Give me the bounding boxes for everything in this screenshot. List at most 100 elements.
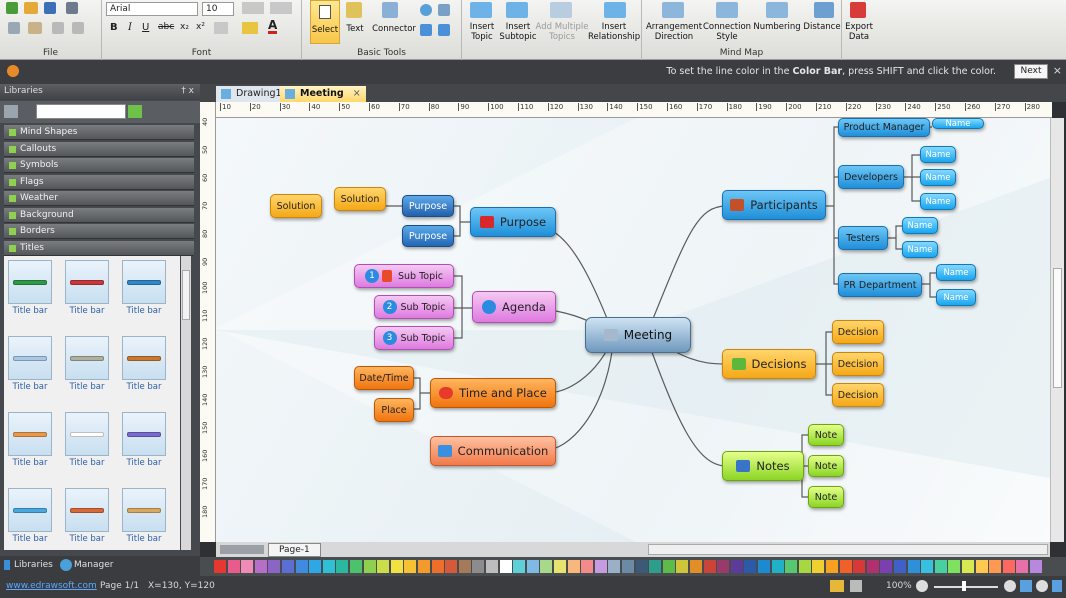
title-bar-shape[interactable]: [122, 412, 166, 456]
title-bar-shape[interactable]: [122, 336, 166, 380]
title-bar-shape[interactable]: [8, 336, 52, 380]
library-category-background[interactable]: Background: [4, 207, 194, 223]
title-bar-shape[interactable]: [65, 260, 109, 304]
subtopic-product-manager-name[interactable]: Name: [932, 118, 984, 129]
developer-name-3[interactable]: Name: [920, 193, 956, 210]
subtopic-decision-2[interactable]: Decision: [832, 352, 884, 376]
palette-swatch[interactable]: [227, 560, 240, 573]
page-nav-arrows[interactable]: [220, 545, 264, 554]
subtopic-place[interactable]: Place: [374, 398, 414, 422]
subtopic-solution-1[interactable]: Solution: [270, 194, 322, 218]
palette-swatch[interactable]: [826, 560, 838, 573]
palette-swatch[interactable]: [853, 560, 866, 573]
palette-swatch[interactable]: [989, 560, 1002, 573]
zoom-out-icon[interactable]: [916, 580, 928, 592]
palette-swatch[interactable]: [268, 560, 281, 573]
subtopic-agenda-2[interactable]: 2 Sub Topic: [374, 295, 454, 319]
topic-decisions[interactable]: Decisions: [722, 349, 816, 379]
palette-swatch[interactable]: [309, 560, 322, 573]
tester-name-2[interactable]: Name: [902, 241, 938, 258]
arrangement-direction-button[interactable]: Arrangement Direction: [644, 22, 704, 42]
palette-swatch[interactable]: [554, 560, 566, 573]
subtopic-developers[interactable]: Developers: [838, 165, 904, 189]
library-category-borders[interactable]: Borders: [4, 224, 194, 239]
developer-name-2[interactable]: Name: [920, 169, 956, 186]
palette-swatch[interactable]: [445, 560, 458, 573]
website-link[interactable]: www.edrawsoft.com: [6, 581, 97, 591]
subtopic-purpose-2[interactable]: Purpose: [402, 225, 454, 247]
palette-swatch[interactable]: [730, 560, 743, 573]
palette-swatch[interactable]: [1016, 560, 1029, 573]
palette-swatch[interactable]: [282, 560, 294, 573]
library-category-titles[interactable]: Titles: [4, 240, 194, 256]
palette-swatch[interactable]: [798, 560, 811, 573]
subtopic-agenda-3[interactable]: 3 Sub Topic: [374, 326, 454, 350]
palette-swatch[interactable]: [907, 560, 920, 573]
palette-swatch[interactable]: [513, 560, 526, 573]
palette-swatch[interactable]: [418, 560, 430, 573]
library-category-weather[interactable]: Weather: [4, 191, 194, 206]
pin-close-controls[interactable]: † x: [181, 86, 194, 96]
settings-icon[interactable]: [1052, 580, 1062, 592]
developer-name-1[interactable]: Name: [920, 146, 956, 163]
ellipse-icon[interactable]: [420, 4, 432, 16]
palette-swatch[interactable]: [676, 560, 689, 573]
subtopic-testers[interactable]: Testers: [838, 226, 888, 250]
font-size-select[interactable]: 10: [202, 2, 234, 16]
tester-name-1[interactable]: Name: [902, 217, 938, 234]
subtopic-solution-2[interactable]: Solution: [334, 187, 386, 211]
rectangle-icon[interactable]: [420, 24, 432, 36]
title-bar-shape[interactable]: [8, 488, 52, 532]
palette-swatch[interactable]: [472, 560, 485, 573]
redo-icon[interactable]: [72, 22, 84, 34]
superscript-icon[interactable]: x²: [196, 22, 205, 32]
palette-swatch[interactable]: [540, 560, 553, 573]
topic-notes[interactable]: Notes: [722, 451, 804, 481]
align-icon[interactable]: [242, 2, 264, 14]
palette-swatch[interactable]: [839, 560, 852, 573]
add-multiple-topics-button[interactable]: Add Multiple Topics: [534, 22, 590, 42]
palette-swatch[interactable]: [785, 560, 798, 573]
zoom-slider[interactable]: [934, 586, 998, 588]
title-bar-shape[interactable]: [8, 260, 52, 304]
palette-swatch[interactable]: [649, 560, 662, 573]
save-icon[interactable]: [44, 2, 56, 14]
title-bar-shape[interactable]: [65, 336, 109, 380]
page-tab[interactable]: Page-1: [268, 543, 321, 557]
palette-swatch[interactable]: [594, 560, 607, 573]
palette-swatch[interactable]: [703, 560, 716, 573]
title-bar-shape[interactable]: [65, 412, 109, 456]
palette-swatch[interactable]: [431, 560, 444, 573]
library-menu-icon[interactable]: [4, 105, 18, 118]
pr-name-2[interactable]: Name: [936, 289, 976, 306]
palette-swatch[interactable]: [948, 560, 961, 573]
central-topic-meeting[interactable]: Meeting: [585, 317, 691, 353]
tab-meeting[interactable]: Meeting ×: [280, 86, 366, 102]
library-category-callouts[interactable]: Callouts: [4, 141, 194, 157]
palette-swatch[interactable]: [866, 560, 879, 573]
palette-swatch[interactable]: [363, 560, 376, 573]
view-mode-icon[interactable]: [850, 580, 862, 592]
palette-swatch[interactable]: [662, 560, 675, 573]
palette-swatch[interactable]: [526, 560, 539, 573]
palette-swatch[interactable]: [934, 560, 947, 573]
palette-swatch[interactable]: [635, 560, 648, 573]
palette-swatch[interactable]: [254, 560, 267, 573]
palette-swatch[interactable]: [404, 560, 417, 573]
subscript-icon[interactable]: x₂: [180, 22, 189, 32]
library-category-symbols[interactable]: Symbols: [4, 158, 194, 173]
italic-icon[interactable]: I: [128, 22, 132, 33]
palette-swatch[interactable]: [717, 560, 730, 573]
numbering-button[interactable]: Numbering: [752, 22, 802, 32]
subtopic-decision-3[interactable]: Decision: [832, 383, 884, 407]
open-icon[interactable]: [24, 2, 38, 14]
topic-participants[interactable]: Participants: [722, 190, 826, 220]
palette-swatch[interactable]: [690, 560, 702, 573]
palette-swatch[interactable]: [1030, 560, 1042, 573]
insert-topic-button[interactable]: Insert Topic: [464, 22, 500, 42]
palette-swatch[interactable]: [581, 560, 594, 573]
close-icon[interactable]: ×: [1053, 64, 1062, 77]
subtopic-note-3[interactable]: Note: [808, 486, 844, 508]
library-category-flags[interactable]: Flags: [4, 174, 194, 190]
palette-swatch[interactable]: [771, 560, 784, 573]
